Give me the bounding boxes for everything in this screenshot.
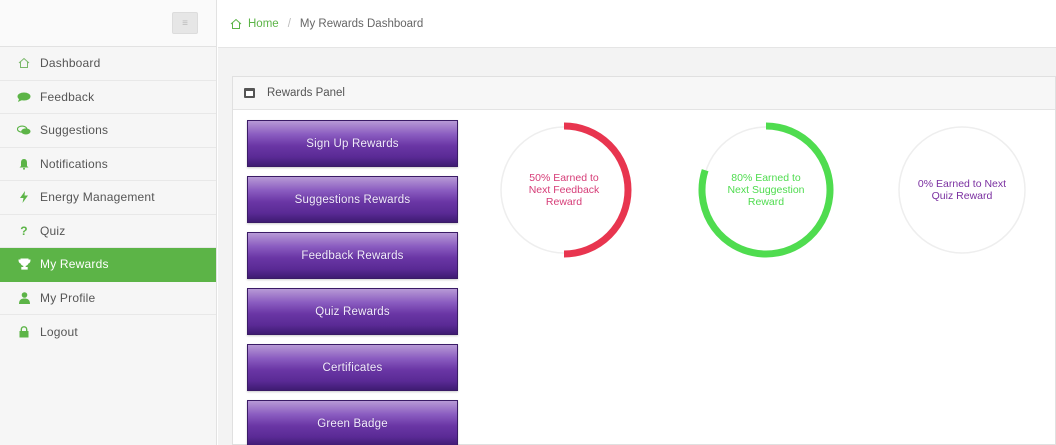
comment-icon [17, 92, 31, 102]
suggestion-reward-gauge: 80% Earned to Next Suggestion Reward [698, 122, 834, 258]
sidebar-item-label: My Rewards [40, 257, 109, 272]
sidebar-header: ≡ [0, 0, 216, 47]
sidebar: ≡ Dashboard Feedback Suggestions Notific… [0, 0, 217, 445]
sidebar-item-quiz[interactable]: ? Quiz [0, 215, 216, 248]
sidebar-item-label: Dashboard [40, 56, 101, 71]
certificates-button[interactable]: Certificates [247, 344, 458, 391]
sidebar-item-logout[interactable]: Logout [0, 315, 216, 349]
feedback-reward-gauge: 50% Earned to Next Feedback Reward [496, 122, 632, 258]
sidebar-item-label: Suggestions [40, 123, 109, 138]
sidebar-item-label: My Profile [40, 290, 96, 305]
gauge-label: 0% Earned to Next Quiz Reward [917, 178, 1007, 202]
sidebar-item-label: Energy Management [40, 190, 155, 205]
quiz-rewards-button[interactable]: Quiz Rewards [247, 288, 458, 335]
sidebar-item-energy-management[interactable]: Energy Management [0, 181, 216, 215]
sign-up-rewards-button[interactable]: Sign Up Rewards [247, 120, 458, 167]
sidebar-item-suggestions[interactable]: Suggestions [0, 114, 216, 148]
window-icon [244, 88, 255, 98]
comments-icon [17, 125, 31, 136]
home-icon [17, 57, 31, 69]
feedback-rewards-button[interactable]: Feedback Rewards [247, 232, 458, 279]
lock-icon [17, 325, 31, 338]
trophy-icon [17, 258, 31, 270]
sidebar-item-my-rewards[interactable]: My Rewards [0, 248, 216, 282]
sidebar-item-notifications[interactable]: Notifications [0, 148, 216, 181]
panel-title: Rewards Panel [267, 87, 345, 99]
home-icon [230, 18, 245, 30]
quiz-reward-gauge: 0% Earned to Next Quiz Reward [894, 122, 1030, 258]
breadcrumb-current: My Rewards Dashboard [299, 17, 424, 30]
green-badge-button[interactable]: Green Badge [247, 400, 458, 445]
gauge-label: 80% Earned to Next Suggestion Reward [727, 172, 805, 208]
question-icon: ? [20, 223, 28, 238]
breadcrumb: Home / My Rewards Dashboard [218, 0, 1056, 48]
sidebar-item-label: Feedback [40, 89, 95, 104]
sidebar-item-dashboard[interactable]: Dashboard [0, 47, 216, 81]
bell-icon [17, 158, 31, 170]
panel-header: Rewards Panel [233, 77, 1055, 110]
bolt-icon [17, 191, 31, 204]
sidebar-item-label: Logout [40, 324, 78, 339]
breadcrumb-home-link[interactable]: Home [230, 18, 279, 30]
sidebar-nav: Dashboard Feedback Suggestions Notificat… [0, 47, 216, 349]
breadcrumb-separator: / [287, 17, 291, 30]
suggestions-rewards-button[interactable]: Suggestions Rewards [247, 176, 458, 223]
sidebar-item-label: Notifications [40, 156, 108, 171]
sidebar-toggle-button[interactable]: ≡ [172, 12, 198, 34]
menu-icon: ≡ [182, 17, 188, 29]
sidebar-item-my-profile[interactable]: My Profile [0, 282, 216, 315]
sidebar-item-label: Quiz [40, 223, 66, 238]
gauge-label: 50% Earned to Next Feedback Reward [528, 172, 600, 208]
sidebar-item-feedback[interactable]: Feedback [0, 81, 216, 114]
user-icon [17, 291, 31, 304]
